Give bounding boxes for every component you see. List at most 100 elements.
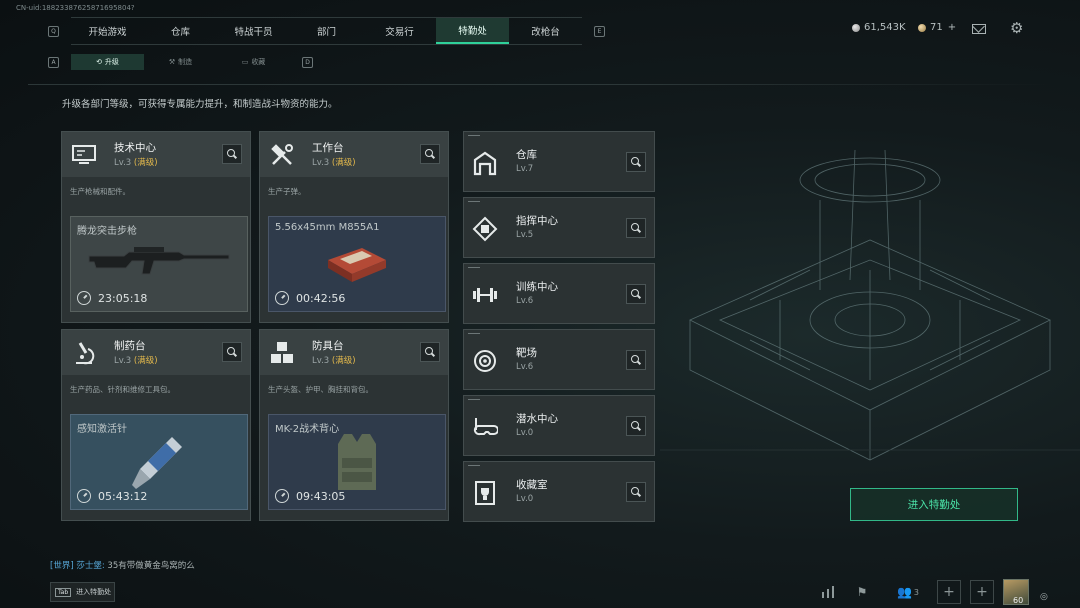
uid-text: CN-uid:18823387625871695804? xyxy=(16,4,135,12)
facility-card-pharmacy[interactable]: 制药台 Lv.3 (满级) 生产药品、针剂和维修工具包。 感知激活针 05:43… xyxy=(61,329,251,521)
product-name: MK-2战术背心 xyxy=(275,424,340,435)
production-slot[interactable]: 感知激活针 05:43:12 xyxy=(70,414,248,510)
facility-card-workbench[interactable]: 工作台 Lv.3 (满级) 生产子弹。 5.56x45mm M855A1 00:… xyxy=(259,131,449,323)
tab-hint-button[interactable]: Tab 进入特勤处 xyxy=(50,582,115,602)
department-row-range[interactable]: 靶场 Lv.6 xyxy=(463,329,655,390)
chat-message: 35有带做黄金鸟窝的么 xyxy=(107,561,195,571)
add-slot-button[interactable]: + xyxy=(970,580,994,604)
card-subtitle: 生产子弹。 xyxy=(268,187,306,196)
corner-mark xyxy=(468,201,480,202)
page-description: 升级各部门等级，可获得专属能力提升，和制造战斗物资的能力。 xyxy=(62,99,338,110)
inspect-button[interactable] xyxy=(222,342,242,362)
department-row-warehouse[interactable]: 仓库 Lv.7 xyxy=(463,131,655,192)
warehouse-icon xyxy=(473,151,497,176)
subtab-collection[interactable]: ▭ 收藏 xyxy=(217,54,290,70)
tab-gunsmith[interactable]: 改枪台 xyxy=(509,18,582,44)
chat-line[interactable]: [世界] 莎士堡: 35有带做黄金鸟窝的么 xyxy=(50,559,195,571)
inspect-button[interactable] xyxy=(222,144,242,164)
production-slot[interactable]: MK-2战术背心 09:43:05 xyxy=(268,414,446,510)
tab-operators[interactable]: 特战干员 xyxy=(217,18,290,44)
gold-add-button[interactable]: + xyxy=(948,22,956,33)
stats-icon[interactable] xyxy=(818,580,838,604)
trophy-case-icon xyxy=(475,481,495,505)
card-subtitle: 生产头盔、护甲、胸挂和背包。 xyxy=(268,385,373,394)
department-level: Lv.6 xyxy=(516,296,534,306)
add-slot-button[interactable]: + xyxy=(937,580,961,604)
production-slot[interactable]: 腾龙突击步枪 23:05:18 xyxy=(70,216,248,312)
timer-value: 05:43:12 xyxy=(98,489,148,503)
timer-value: 00:42:56 xyxy=(296,291,346,305)
mail-icon[interactable] xyxy=(972,24,986,34)
department-title: 仓库 xyxy=(516,149,537,161)
product-name: 腾龙突击步枪 xyxy=(77,226,137,237)
tab-trading[interactable]: 交易行 xyxy=(363,18,436,44)
vest-icon xyxy=(338,434,376,490)
dumbbell-icon xyxy=(473,288,497,302)
clock-icon xyxy=(77,489,91,503)
subtab-upgrade-label: 升级 xyxy=(104,58,119,66)
friends-button[interactable]: 👥 3 xyxy=(893,580,923,604)
inspect-button[interactable] xyxy=(420,144,440,164)
production-timer: 00:42:56 xyxy=(275,291,345,305)
department-row-command[interactable]: 指挥中心 Lv.5 xyxy=(463,197,655,258)
subnav-tabs: ⟲ 升级 ⚒ 制造 ▭ 收藏 xyxy=(71,54,290,70)
subnav-key-right: D xyxy=(302,56,313,68)
production-timer: 09:43:05 xyxy=(275,489,345,503)
department-title: 指挥中心 xyxy=(516,215,558,227)
command-chip-icon xyxy=(472,216,498,242)
inspect-button[interactable] xyxy=(420,342,440,362)
clock-icon xyxy=(77,291,91,305)
inspect-button[interactable] xyxy=(626,482,646,502)
card-level: Lv.3 (满级) xyxy=(114,156,158,168)
enter-special-service-button[interactable]: 进入特勤处 xyxy=(850,488,1018,521)
syringe-icon xyxy=(132,437,182,489)
department-level: Lv.0 xyxy=(516,428,534,438)
subtab-upgrade[interactable]: ⟲ 升级 xyxy=(71,54,144,70)
base-wireframe-art xyxy=(660,149,1080,461)
subnav-key-left: A xyxy=(48,56,59,68)
tab-start-game[interactable]: 开始游戏 xyxy=(71,18,144,44)
card-level: Lv.3 (满级) xyxy=(114,354,158,366)
inspect-button[interactable] xyxy=(626,416,646,436)
production-slot[interactable]: 5.56x45mm M855A1 00:42:56 xyxy=(268,216,446,312)
card-header: 防具台 Lv.3 (满级) xyxy=(260,330,448,375)
tab-department[interactable]: 部门 xyxy=(290,18,363,44)
craft-icon: ⚒ xyxy=(168,58,176,66)
card-level-value: Lv.3 xyxy=(312,356,330,366)
tab-special-service[interactable]: 特勤处 xyxy=(436,18,509,44)
department-row-collection-room[interactable]: 收藏室 Lv.0 xyxy=(463,461,655,522)
card-header: 工作台 Lv.3 (满级) xyxy=(260,132,448,177)
card-level-value: Lv.3 xyxy=(114,356,132,366)
inspect-button[interactable] xyxy=(626,284,646,304)
department-title: 靶场 xyxy=(516,347,537,359)
corner-mark xyxy=(468,399,480,400)
inspect-button[interactable] xyxy=(626,218,646,238)
upgrade-icon: ⟲ xyxy=(96,58,102,66)
tab-hint-label: 进入特勤处 xyxy=(76,588,112,596)
tab-warehouse[interactable]: 仓库 xyxy=(144,18,217,44)
rifle-icon xyxy=(88,247,230,275)
silver-currency[interactable]: 61,543K xyxy=(852,22,906,33)
production-timer: 05:43:12 xyxy=(77,489,147,503)
network-icon[interactable]: ◎ xyxy=(1040,592,1048,602)
card-level: Lv.3 (满级) xyxy=(312,156,356,168)
inspect-button[interactable] xyxy=(626,350,646,370)
card-level-value: Lv.3 xyxy=(114,158,132,168)
inspect-button[interactable] xyxy=(626,152,646,172)
subtab-craft[interactable]: ⚒ 制造 xyxy=(144,54,217,70)
collection-icon: ▭ xyxy=(241,58,249,66)
nav-tabs: 开始游戏 仓库 特战干员 部门 交易行 特勤处 改枪台 xyxy=(71,17,582,45)
flag-icon[interactable]: ⚑ xyxy=(852,580,872,604)
department-row-diving[interactable]: 潜水中心 Lv.0 xyxy=(463,395,655,456)
facility-card-tech-center[interactable]: 技术中心 Lv.3 (满级) 生产枪械和配件。 腾龙突击步枪 23:05:18 xyxy=(61,131,251,323)
clock-icon xyxy=(275,291,289,305)
facility-card-armor[interactable]: 防具台 Lv.3 (满级) 生产头盔、护甲、胸挂和背包。 MK-2战术背心 09… xyxy=(259,329,449,521)
tab-key: Tab xyxy=(55,587,72,597)
avatar-count: 60 xyxy=(1013,596,1024,605)
max-level-tag: (满级) xyxy=(331,158,356,168)
max-level-tag: (满级) xyxy=(133,356,158,366)
department-row-training[interactable]: 训练中心 Lv.6 xyxy=(463,263,655,324)
gold-currency[interactable]: 71 + xyxy=(918,22,956,33)
department-title: 潜水中心 xyxy=(516,413,558,425)
gear-icon[interactable]: ⚙ xyxy=(1010,21,1023,36)
